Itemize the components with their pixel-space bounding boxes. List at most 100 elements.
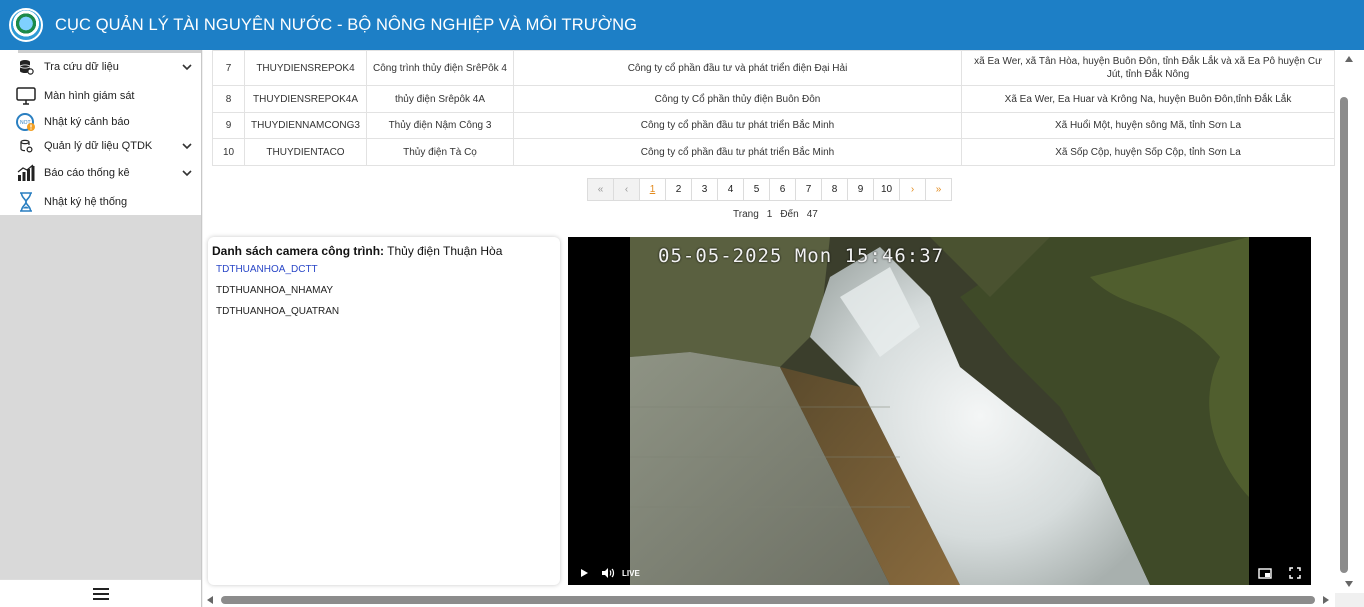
horizontal-scrollbar[interactable] <box>203 593 1335 607</box>
hydropower-table: 7 THUYDIENSREPOK4 Công trình thủy điện S… <box>212 50 1335 166</box>
play-icon <box>581 569 588 577</box>
pagination-page-9[interactable]: 9 <box>847 178 874 201</box>
camera-timestamp: 05-05-2025 Mon 15:46:37 <box>658 245 945 267</box>
camera-list-title-value: Thủy điện Thuận Hòa <box>387 244 503 258</box>
table-row[interactable]: 8 THUYDIENSREPOK4A thủy điện Srêpôk 4A C… <box>212 85 1335 113</box>
page-info-label: Trang <box>733 209 759 220</box>
app-header: CỤC QUẢN LÝ TÀI NGUYÊN NƯỚC - BỘ NÔNG NG… <box>0 0 1364 50</box>
scroll-right-arrow-icon[interactable] <box>1323 596 1329 604</box>
cell-owner: Công ty cổ phần đầu tư phát triển Bắc Mi… <box>513 112 962 139</box>
page-info-total: 47 <box>806 209 818 220</box>
database-icon <box>16 57 36 77</box>
pagination-page-8[interactable]: 8 <box>821 178 848 201</box>
cell-owner: Công ty cổ phần đầu tư phát triển Bắc Mi… <box>513 138 962 166</box>
cell-name: Công trình thủy điện SrêPôk 4 <box>366 50 514 86</box>
live-indicator: LIVE <box>622 568 640 578</box>
table-row[interactable]: 10 THUYDIENTACO Thủy điện Tà Cọ Công ty … <box>212 138 1335 166</box>
picture-in-picture-button[interactable] <box>1257 565 1273 581</box>
table-row[interactable]: 9 THUYDIENNAMCONG3 Thủy điện Nậm Công 3 … <box>212 112 1335 139</box>
scroll-left-arrow-icon[interactable] <box>207 596 213 604</box>
table-row[interactable]: 7 THUYDIENSREPOK4 Công trình thủy điện S… <box>212 50 1335 86</box>
fullscreen-icon <box>1289 567 1301 579</box>
sidebar-item-quan-ly-du-lieu-qtdk[interactable]: Quản lý dữ liệu QTDK <box>0 134 201 158</box>
cell-location: xã Ea Wer, xã Tân Hòa, huyện Buôn Đôn, t… <box>961 50 1335 86</box>
app-window: CỤC QUẢN LÝ TÀI NGUYÊN NƯỚC - BỘ NÔNG NG… <box>0 0 1364 607</box>
sidebar-item-nhat-ky-he-thong[interactable]: Nhật ký hệ thống <box>0 190 201 214</box>
camera-item[interactable]: TDTHUANHOA_DCTT <box>216 264 318 275</box>
hourglass-icon <box>16 192 36 212</box>
camera-item[interactable]: TDTHUANHOA_NHAMAY <box>216 285 333 296</box>
data-settings-icon <box>16 136 36 156</box>
chevron-down-icon <box>182 143 192 150</box>
cell-name: Thủy điện Nậm Công 3 <box>366 112 514 139</box>
scroll-down-arrow-icon[interactable] <box>1345 581 1353 587</box>
pagination-last-button[interactable]: » <box>925 178 952 201</box>
cell-stt: 8 <box>212 85 245 113</box>
agency-logo[interactable] <box>9 8 43 42</box>
pagination-next-button[interactable]: › <box>899 178 926 201</box>
cell-name: thủy điện Srêpôk 4A <box>366 85 514 113</box>
pagination-page-2[interactable]: 2 <box>665 178 692 201</box>
pagination-page-7[interactable]: 7 <box>795 178 822 201</box>
bar-chart-icon <box>16 163 36 183</box>
horizontal-scroll-thumb[interactable] <box>221 596 1315 604</box>
sidebar-item-nhat-ky-canh-bao[interactable]: NOT Nhật ký cảnh báo <box>0 110 201 134</box>
sidebar-item-label: Quản lý dữ liệu QTDK <box>44 140 153 152</box>
cell-owner: Công ty Cổ phần thủy điện Buôn Đôn <box>513 85 962 113</box>
monitor-icon <box>16 86 36 106</box>
header-title: CỤC QUẢN LÝ TÀI NGUYÊN NƯỚC - BỘ NÔNG NG… <box>55 15 638 34</box>
sidebar-item-man-hinh-giam-sat[interactable]: Màn hình giám sát <box>0 84 201 108</box>
cell-stt: 7 <box>212 50 245 86</box>
cell-code: THUYDIENSREPOK4 <box>244 50 367 86</box>
cell-code: THUYDIENNAMCONG3 <box>244 112 367 139</box>
pagination-page-1[interactable]: 1 <box>639 178 666 201</box>
sidebar-active-indicator <box>18 50 201 53</box>
alert-log-icon: NOT <box>16 112 36 132</box>
pagination-page-3[interactable]: 3 <box>691 178 718 201</box>
camera-list-title: Danh sách camera công trình: Thủy điện T… <box>212 244 502 258</box>
volume-button[interactable] <box>600 565 616 581</box>
cell-name: Thủy điện Tà Cọ <box>366 138 514 166</box>
cell-location: Xã Huổi Một, huyện sông Mã, tỉnh Sơn La <box>961 112 1335 139</box>
sidebar-menu: Tra cứu dữ liệu Màn hình giám sát NOT Nh… <box>0 50 201 215</box>
camera-feed-image <box>630 237 1249 585</box>
cell-stt: 10 <box>212 138 245 166</box>
pagination-first-button[interactable]: « <box>587 178 614 201</box>
sidebar: Tra cứu dữ liệu Màn hình giám sát NOT Nh… <box>0 50 202 607</box>
sidebar-item-label: Màn hình giám sát <box>44 90 135 102</box>
video-controls: LIVE <box>568 561 1311 585</box>
volume-icon <box>602 568 615 578</box>
sidebar-item-label: Tra cứu dữ liệu <box>44 61 119 73</box>
cell-code: THUYDIENTACO <box>244 138 367 166</box>
camera-item[interactable]: TDTHUANHOA_QUATRAN <box>216 306 339 317</box>
fullscreen-button[interactable] <box>1287 565 1303 581</box>
page-info-to-label: Đến <box>780 209 799 220</box>
play-button[interactable] <box>576 565 592 581</box>
cell-location: Xã Ea Wer, Ea Huar và Krông Na, huyện Bu… <box>961 85 1335 113</box>
sidebar-toggle-button[interactable] <box>0 579 201 607</box>
sidebar-item-label: Nhật ký cảnh báo <box>44 116 130 128</box>
pagination-page-5[interactable]: 5 <box>743 178 770 201</box>
chevron-down-icon <box>182 64 192 71</box>
scroll-up-arrow-icon[interactable] <box>1345 56 1353 62</box>
cell-owner: Công ty cổ phần đầu tư và phát triển điệ… <box>513 50 962 86</box>
hamburger-menu-icon <box>92 587 109 600</box>
pagination-page-4[interactable]: 4 <box>717 178 744 201</box>
cell-location: Xã Sốp Cộp, huyện Sốp Cộp, tỉnh Sơn La <box>961 138 1335 166</box>
picture-in-picture-icon <box>1258 567 1272 579</box>
pagination: « ‹ 1 2 3 4 5 6 7 8 9 10 › » <box>587 178 952 201</box>
pagination-page-10[interactable]: 10 <box>873 178 900 201</box>
sidebar-item-label: Nhật ký hệ thống <box>44 196 128 208</box>
sidebar-item-label: Báo cáo thống kê <box>44 167 130 179</box>
page-info: Trang 1 Đến 47 <box>733 209 818 220</box>
camera-list-title-label: Danh sách camera công trình: <box>212 244 385 258</box>
vertical-scrollbar[interactable] <box>1335 50 1364 593</box>
sidebar-item-bao-cao-thong-ke[interactable]: Báo cáo thống kê <box>0 161 201 185</box>
cell-code: THUYDIENSREPOK4A <box>244 85 367 113</box>
pagination-page-6[interactable]: 6 <box>769 178 796 201</box>
vertical-scroll-thumb[interactable] <box>1340 97 1348 573</box>
page-info-current: 1 <box>766 209 773 220</box>
pagination-prev-button[interactable]: ‹ <box>613 178 640 201</box>
camera-video-player[interactable]: 05-05-2025 Mon 15:46:37 LIVE <box>568 237 1311 585</box>
sidebar-item-tra-cuu-du-lieu[interactable]: Tra cứu dữ liệu <box>0 55 201 79</box>
